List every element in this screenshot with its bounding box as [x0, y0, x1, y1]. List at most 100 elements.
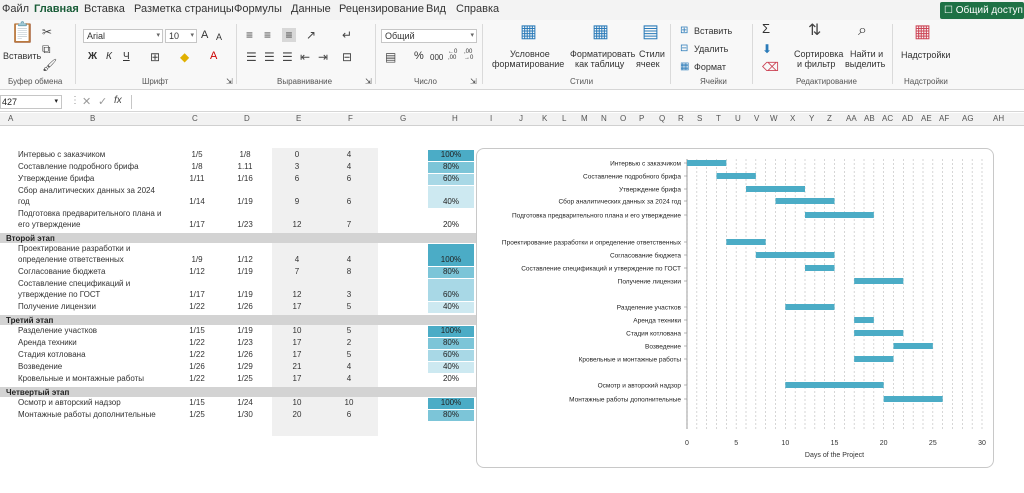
- insert-function-icon[interactable]: fx: [114, 95, 122, 106]
- format-cells-button[interactable]: Формат: [694, 62, 726, 72]
- insert-cells-icon[interactable]: ⊞: [680, 24, 688, 38]
- percent-button[interactable]: %: [414, 51, 424, 62]
- column-header-M[interactable]: M: [581, 114, 588, 123]
- cancel-icon[interactable]: ✕: [82, 95, 91, 108]
- column-header-T[interactable]: T: [716, 114, 721, 123]
- increase-decimal-button[interactable]: ←0 ,00: [448, 49, 462, 61]
- menu-tab-6[interactable]: Рецензирование: [339, 3, 424, 15]
- column-header-X[interactable]: X: [790, 114, 795, 123]
- number-format-select[interactable]: Общий ▾: [381, 29, 477, 43]
- column-header-O[interactable]: O: [620, 114, 626, 123]
- column-header-AC[interactable]: AC: [882, 114, 893, 123]
- column-header-W[interactable]: W: [770, 114, 778, 123]
- indent-decrease-icon[interactable]: ⇤: [300, 50, 310, 64]
- format-cells-icon[interactable]: ▦: [680, 60, 689, 74]
- dialog-launcher-icon[interactable]: ⇲: [365, 75, 372, 89]
- cell-styles-icon[interactable]: ▤: [642, 22, 659, 40]
- column-header-AE[interactable]: AE: [921, 114, 932, 123]
- gantt-chart[interactable]: 0 5 10 15 20 25 30 Days of the Project Интервью …: [476, 148, 994, 468]
- menu-tab-1[interactable]: Главная: [34, 3, 79, 15]
- column-header-S[interactable]: S: [697, 114, 702, 123]
- conditional-format-label-2[interactable]: форматирование: [492, 59, 564, 69]
- column-header-V[interactable]: V: [754, 114, 759, 123]
- addins-icon[interactable]: ▦: [914, 22, 931, 40]
- font-size-select[interactable]: 10 ▾: [165, 29, 197, 43]
- column-header-AH[interactable]: AH: [993, 114, 1004, 123]
- menu-tab-5[interactable]: Данные: [291, 3, 331, 15]
- decrease-decimal-button[interactable]: ,00 →0: [464, 49, 478, 61]
- paste-button[interactable]: Вставить: [3, 51, 41, 61]
- font-name-select[interactable]: Arial ▾: [83, 29, 163, 43]
- menu-tab-4[interactable]: Формулы: [234, 3, 282, 15]
- name-box[interactable]: 427 ▾: [0, 95, 62, 109]
- sort-filter-label-1[interactable]: Сортировка: [794, 49, 843, 59]
- column-header-E[interactable]: E: [296, 114, 301, 123]
- column-header-AD[interactable]: AD: [902, 114, 913, 123]
- column-header-Q[interactable]: Q: [659, 114, 665, 123]
- column-header-C[interactable]: C: [192, 114, 198, 123]
- find-select-icon[interactable]: ⌕: [858, 23, 867, 39]
- align-top-icon[interactable]: ≡: [246, 28, 253, 42]
- font-shrink-icon[interactable]: A: [216, 32, 222, 42]
- dialog-launcher-icon[interactable]: ⇲: [226, 75, 233, 89]
- sort-filter-icon[interactable]: ⇅: [808, 23, 821, 39]
- dialog-launcher-icon[interactable]: ⇲: [470, 75, 477, 89]
- column-header-R[interactable]: R: [678, 114, 684, 123]
- wrap-text-icon[interactable]: ↵: [342, 28, 352, 42]
- font-grow-icon[interactable]: A: [201, 30, 208, 41]
- format-painter-icon[interactable]: 🖌: [42, 58, 57, 72]
- align-middle-icon[interactable]: ≡: [264, 28, 271, 42]
- cell-styles-label-2[interactable]: ячеек: [636, 59, 660, 69]
- italic-button[interactable]: К: [106, 52, 112, 62]
- menu-tab-8[interactable]: Справка: [456, 3, 499, 15]
- column-header-K[interactable]: K: [542, 114, 547, 123]
- column-header-AG[interactable]: AG: [962, 114, 974, 123]
- clear-icon[interactable]: ⌫: [762, 60, 779, 74]
- delete-cells-icon[interactable]: ⊟: [680, 42, 688, 56]
- menu-tab-2[interactable]: Вставка: [84, 3, 125, 15]
- column-header-H[interactable]: H: [452, 114, 458, 123]
- align-left-icon[interactable]: ☰: [246, 50, 257, 64]
- column-header-AF[interactable]: AF: [939, 114, 949, 123]
- column-header-A[interactable]: A: [8, 114, 13, 123]
- fill-icon[interactable]: ⬇: [762, 42, 772, 56]
- formula-input[interactable]: [131, 95, 1024, 109]
- column-header-U[interactable]: U: [735, 114, 741, 123]
- delete-cells-button[interactable]: Удалить: [694, 44, 728, 54]
- column-header-L[interactable]: L: [562, 114, 566, 123]
- borders-icon[interactable]: ⊞: [150, 50, 160, 64]
- sort-filter-label-2[interactable]: и фильтр: [797, 59, 835, 69]
- column-header-B[interactable]: B: [90, 114, 95, 123]
- menu-tab-0[interactable]: Файл: [2, 3, 29, 15]
- column-header-P[interactable]: P: [639, 114, 644, 123]
- merge-icon[interactable]: ⊟: [342, 50, 352, 64]
- enter-icon[interactable]: ✓: [98, 95, 107, 108]
- bold-button[interactable]: Ж: [88, 52, 97, 62]
- conditional-format-icon[interactable]: ▦: [520, 22, 537, 40]
- column-header-AB[interactable]: AB: [864, 114, 875, 123]
- column-header-Z[interactable]: Z: [827, 114, 832, 123]
- menu-tab-7[interactable]: Вид: [426, 3, 446, 15]
- cut-icon[interactable]: ✂: [42, 25, 52, 39]
- column-header-AA[interactable]: AA: [846, 114, 857, 123]
- fill-color-icon[interactable]: ◆: [180, 50, 189, 64]
- column-header-N[interactable]: N: [601, 114, 607, 123]
- orientation-icon[interactable]: ↗: [306, 28, 316, 42]
- column-header-F[interactable]: F: [348, 114, 353, 123]
- indent-increase-icon[interactable]: ⇥: [318, 50, 328, 64]
- conditional-format-label-1[interactable]: Условное: [510, 49, 550, 59]
- find-select-label-1[interactable]: Найти и: [850, 49, 883, 59]
- column-header-J[interactable]: J: [519, 114, 523, 123]
- align-right-icon[interactable]: ☰: [282, 50, 293, 64]
- share-button[interactable]: ☐ Общий доступ: [940, 2, 1024, 19]
- column-header-Y[interactable]: Y: [809, 114, 814, 123]
- copy-icon[interactable]: ⧉: [42, 42, 51, 56]
- font-color-icon[interactable]: A: [210, 51, 217, 62]
- column-header-D[interactable]: D: [244, 114, 250, 123]
- paste-icon[interactable]: 📋: [10, 23, 35, 43]
- column-header-I[interactable]: I: [490, 114, 492, 123]
- align-center-icon[interactable]: ☰: [264, 50, 275, 64]
- thousands-button[interactable]: 000: [430, 53, 443, 63]
- addins-button[interactable]: Надстройки: [901, 50, 950, 60]
- autosum-icon[interactable]: Σ: [762, 22, 770, 35]
